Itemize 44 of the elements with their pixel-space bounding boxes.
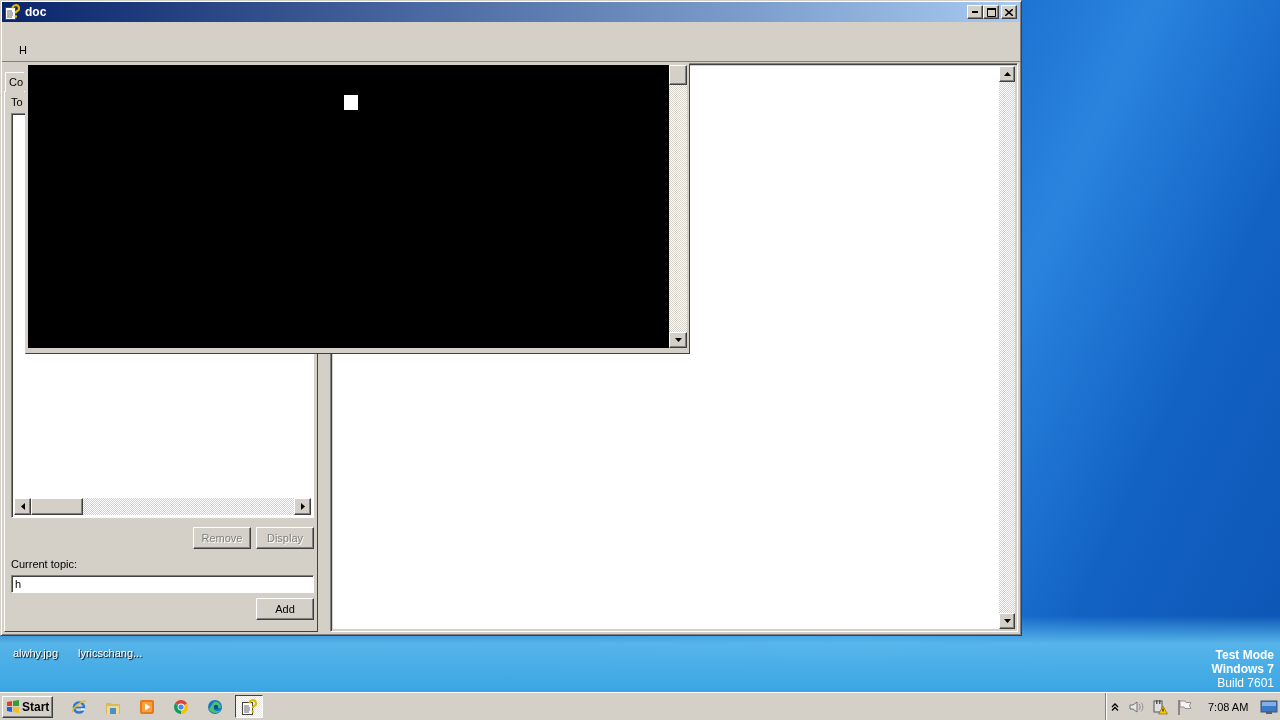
speaker-icon[interactable] [1128, 698, 1144, 715]
help-document-icon [4, 4, 20, 20]
show-desktop-icon[interactable] [1260, 699, 1279, 714]
menu-item[interactable]: H [17, 44, 29, 57]
close-icon [1005, 8, 1013, 16]
block-cursor-icon [344, 95, 358, 110]
scroll-up-button[interactable] [999, 66, 1015, 82]
window-title: doc [25, 5, 47, 19]
help-document-icon [241, 698, 257, 715]
system-notice-text: Build 7601 [1217, 676, 1274, 690]
chevron-up-icon[interactable] [1111, 702, 1119, 711]
close-button[interactable] [1001, 5, 1017, 19]
scrollbar-thumb[interactable] [31, 498, 83, 515]
left-arrow-icon [20, 503, 25, 510]
system-notice-text: Test Mode [1215, 648, 1274, 662]
clock-text[interactable]: 7:08 AM [1208, 700, 1249, 713]
up-arrow-icon [1003, 72, 1011, 76]
down-arrow-icon [1003, 619, 1011, 623]
task-button[interactable] [235, 695, 263, 718]
start-button[interactable]: Start [2, 695, 53, 718]
right-arrow-icon [300, 503, 305, 510]
scroll-down-button[interactable] [999, 613, 1015, 629]
minimize-button[interactable] [967, 5, 983, 19]
scroll-right-button[interactable] [294, 498, 311, 515]
flag-icon[interactable] [1176, 698, 1192, 715]
scroll-left-button[interactable] [14, 498, 31, 515]
minimize-icon [972, 11, 978, 13]
topics-label: To [11, 96, 23, 109]
add-button[interactable]: Add [256, 598, 314, 620]
maximize-button[interactable] [983, 5, 999, 19]
maximize-icon [986, 7, 996, 17]
swirl-logo-icon[interactable] [207, 698, 223, 715]
scrollbar-thumb[interactable] [669, 65, 687, 85]
system-notice-text: Windows 7 [1211, 662, 1274, 676]
globe-e-icon[interactable] [71, 698, 87, 715]
down-arrow-icon [674, 338, 682, 342]
current-topic-field[interactable]: h [11, 575, 314, 593]
network-warning-icon[interactable] [1152, 698, 1168, 715]
current-topic-label: Current topic: [11, 558, 78, 571]
windows-flag-icon [6, 700, 20, 713]
media-player-icon[interactable] [139, 698, 155, 715]
ring-logo-icon[interactable] [173, 698, 189, 715]
scroll-down-button[interactable] [669, 332, 687, 348]
tab[interactable]: Co [5, 72, 24, 92]
